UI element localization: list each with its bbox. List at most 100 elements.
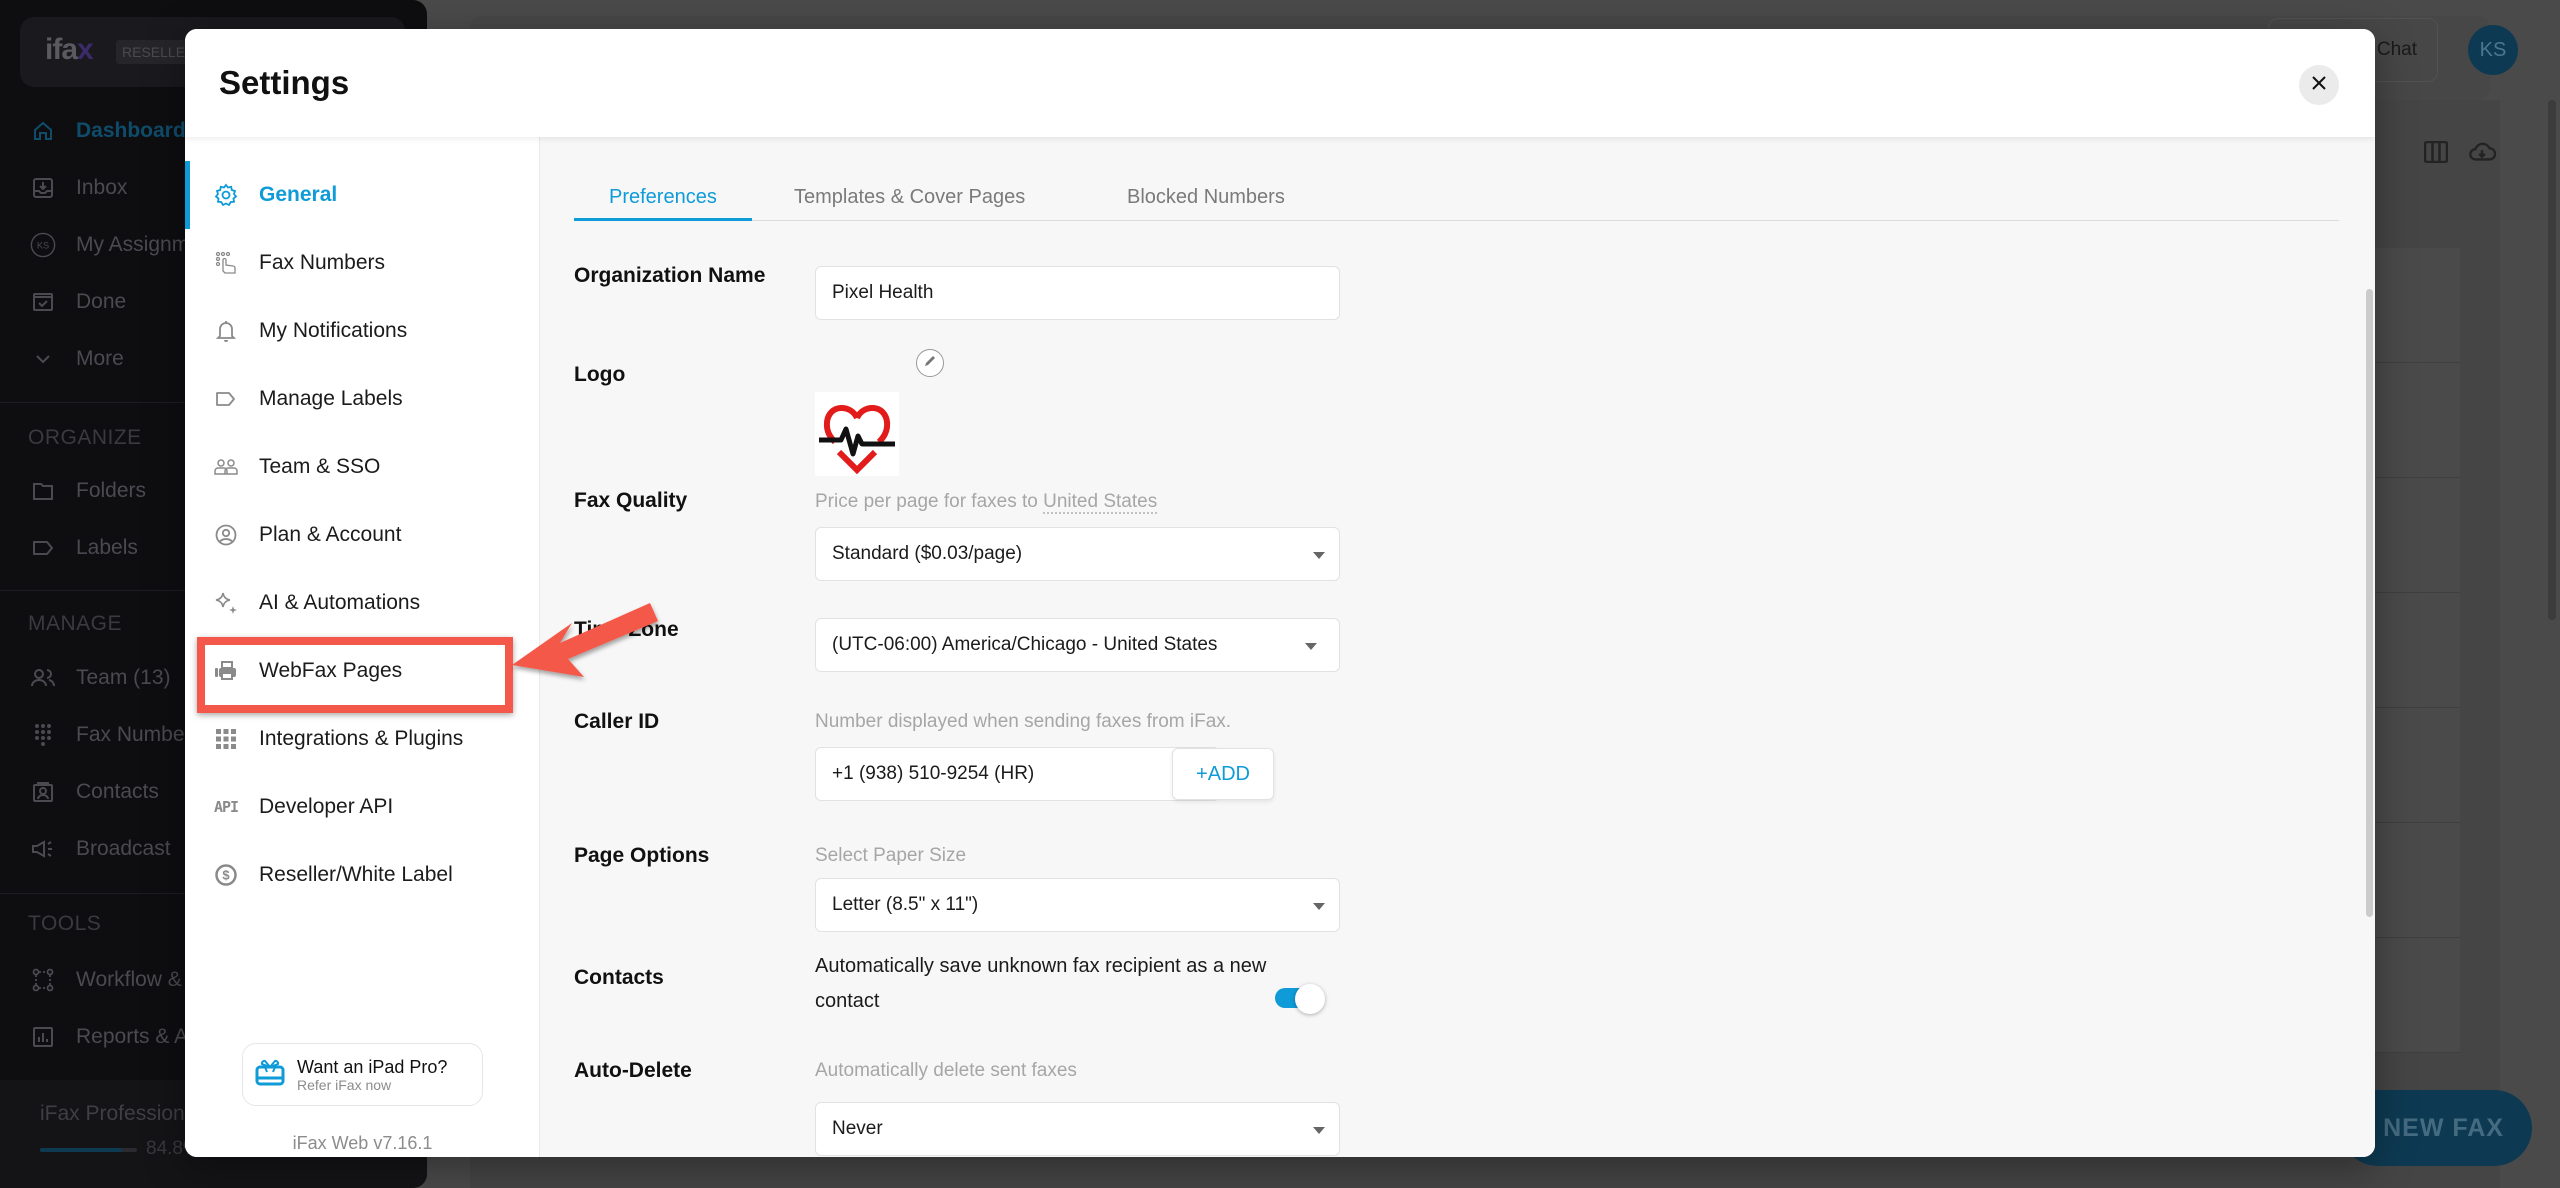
gift-card-icon: [255, 1058, 285, 1091]
settings-scrollbar[interactable]: [2366, 289, 2373, 917]
settings-nav-ai-automations[interactable]: AI & Automations: [185, 569, 540, 637]
nav-inbox[interactable]: Inbox: [30, 175, 127, 201]
account-icon: [213, 522, 239, 548]
nav-dashboard[interactable]: Dashboard: [30, 118, 186, 144]
nav-broadcast[interactable]: Broadcast: [30, 836, 171, 862]
settings-nav-developer-api[interactable]: API Developer API: [185, 773, 540, 841]
nav-label: More: [76, 347, 124, 370]
org-logo-image[interactable]: [815, 392, 899, 476]
tab-blocked-numbers[interactable]: Blocked Numbers: [1092, 179, 1320, 221]
dialpad-icon: [30, 722, 56, 748]
team-icon: [213, 454, 239, 480]
settings-nav-manage-labels[interactable]: Manage Labels: [185, 365, 540, 433]
nav-team[interactable]: Team (13): [30, 665, 171, 691]
fax-machine-icon: [213, 658, 239, 684]
folder-icon: [30, 478, 56, 504]
grid-icon: [213, 726, 239, 752]
refer-card[interactable]: Want an iPad Pro? Refer iFax now: [242, 1043, 483, 1106]
workflow-icon: [30, 967, 56, 993]
settings-nav-label: Manage Labels: [259, 387, 403, 410]
paper-size-select[interactable]: Letter (8.5" x 11"): [815, 878, 1340, 932]
settings-nav-my-notifications[interactable]: My Notifications: [185, 297, 540, 365]
tab-templates-cover-pages[interactable]: Templates & Cover Pages: [759, 179, 1060, 221]
settings-nav-label: My Notifications: [259, 319, 408, 342]
org-name-label: Organization Name: [574, 264, 766, 287]
nav-fax-numbers[interactable]: Fax Numbers: [30, 722, 202, 748]
country-link[interactable]: United States: [1043, 491, 1158, 514]
caller-id-select[interactable]: +1 (938) 510-9254 (HR): [815, 747, 1220, 801]
nav-labels[interactable]: Labels: [30, 535, 138, 561]
inbox-icon: [30, 175, 56, 201]
fax-quality-label: Fax Quality: [574, 489, 688, 512]
nav-label: Folders: [76, 479, 147, 502]
add-caller-id-button[interactable]: +ADD: [1172, 748, 1274, 800]
settings-nav-reseller[interactable]: $ Reseller/White Label: [185, 841, 540, 909]
settings-tabs: Preferences Templates & Cover Pages Bloc…: [574, 179, 2339, 221]
close-button[interactable]: [2299, 65, 2339, 105]
nav-label: Broadcast: [76, 837, 171, 860]
settings-nav-label: WebFax Pages: [259, 659, 403, 682]
settings-nav-plan-account[interactable]: Plan & Account: [185, 501, 540, 569]
background-scrollbar[interactable]: [2548, 100, 2556, 620]
auto-save-contacts-toggle[interactable]: [1275, 984, 1327, 1014]
refer-subtitle: Refer iFax now: [297, 1076, 392, 1093]
dropdown-arrow-icon: [1313, 1127, 1325, 1134]
time-zone-select[interactable]: (UTC-06:00) America/Chicago - United Sta…: [815, 618, 1340, 672]
megaphone-icon: [30, 836, 56, 862]
settings-nav-team-sso[interactable]: Team & SSO: [185, 433, 540, 501]
fax-quality-value: Standard ($0.03/page): [832, 543, 1023, 564]
settings-nav-general[interactable]: General: [185, 161, 540, 229]
settings-nav-fax-numbers[interactable]: Fax Numbers: [185, 229, 540, 297]
team-icon: [30, 665, 56, 691]
dollar-circle-icon: $: [213, 862, 239, 888]
dropdown-arrow-icon: [1313, 903, 1325, 910]
svg-text:$: $: [222, 868, 230, 883]
nav-label: Fax Numbers: [76, 723, 203, 746]
fax-quality-select[interactable]: Standard ($0.03/page): [815, 527, 1340, 581]
ifax-logo: ifax: [45, 33, 94, 66]
cloud-download-icon[interactable]: [2468, 138, 2496, 166]
caller-id-value: +1 (938) 510-9254 (HR): [832, 763, 1035, 784]
page-options-label: Page Options: [574, 844, 710, 867]
app-version: iFax Web v7.16.1: [292, 1133, 433, 1153]
auto-delete-helper: Automatically delete sent faxes: [815, 1060, 1077, 1081]
usage-bar: [40, 1148, 137, 1152]
nav-label: Dashboard: [76, 119, 186, 142]
nav-done[interactable]: Done: [30, 289, 126, 315]
edit-logo-button[interactable]: [916, 349, 944, 377]
settings-nav-webfax-pages[interactable]: WebFax Pages: [185, 637, 540, 705]
contacts-description: Automatically save unknown fax recipient…: [815, 955, 1267, 1012]
ks-avatar-icon: KS: [30, 232, 56, 258]
settings-nav-integrations[interactable]: Integrations & Plugins: [185, 705, 540, 773]
auto-delete-value: Never: [832, 1118, 883, 1139]
label-icon: [30, 535, 56, 561]
org-name-value: Pixel Health: [832, 282, 934, 303]
section-organize: ORGANIZE: [28, 426, 142, 449]
nav-label: Done: [76, 290, 127, 313]
settings-nav-label: Developer API: [259, 795, 394, 818]
section-manage: MANAGE: [28, 612, 123, 635]
nav-more[interactable]: More: [30, 346, 124, 372]
settings-nav-label: AI & Automations: [259, 591, 421, 614]
auto-delete-select[interactable]: Never: [815, 1102, 1340, 1156]
contacts-label: Contacts: [574, 966, 664, 989]
settings-nav-label: General: [259, 183, 338, 206]
modal-header: Settings: [185, 29, 2375, 137]
home-icon: [30, 118, 56, 144]
org-name-input[interactable]: Pixel Health: [815, 266, 1340, 320]
nav-folders[interactable]: Folders: [30, 478, 146, 504]
nav-contacts[interactable]: Contacts: [30, 779, 159, 805]
settings-nav-label: Team & SSO: [259, 455, 381, 478]
gear-icon: [213, 182, 239, 208]
settings-nav-label: Integrations & Plugins: [259, 727, 464, 750]
dialpad-hand-icon: [213, 250, 239, 276]
close-icon: [2311, 75, 2327, 96]
auto-delete-label: Auto-Delete: [574, 1059, 692, 1082]
page-options-helper: Select Paper Size: [815, 845, 967, 866]
label-icon: [213, 386, 239, 412]
user-avatar[interactable]: KS: [2468, 25, 2518, 75]
tab-preferences[interactable]: Preferences: [574, 179, 752, 221]
sparkle-icon: [213, 590, 239, 616]
columns-icon[interactable]: [2422, 138, 2450, 166]
settings-nav-label: Plan & Account: [259, 523, 402, 546]
